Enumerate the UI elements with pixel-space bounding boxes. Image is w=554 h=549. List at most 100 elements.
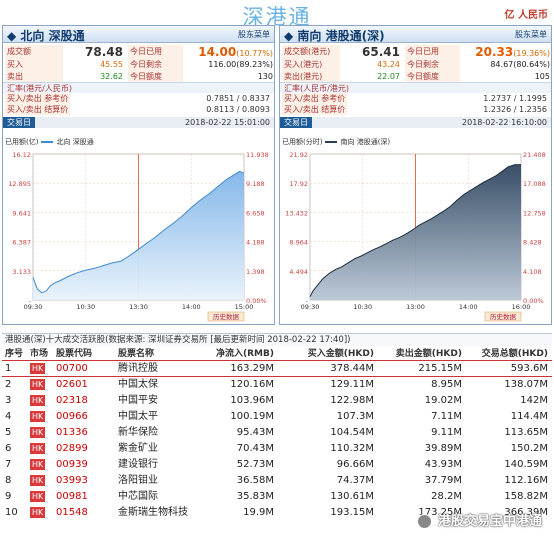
north-sell-label: 卖出 (5, 70, 63, 82)
table-row[interactable]: 6 HK 02899 紫金矿业 70.43M 110.32M 39.89M 150.2M (2, 441, 552, 457)
north-remain-value: 116.00 (208, 60, 237, 69)
history-button-label: 历史数据 (490, 312, 517, 321)
watermark: 港股交易宝中港通 (437, 514, 542, 529)
north-trade-tag: 交易日 (3, 117, 35, 128)
south-row-turnover: 成交额(港元) 65.41 今日已用 20.33(19.36%) (280, 45, 551, 59)
cell-total: 113.65M (504, 427, 548, 438)
cell-rank: 6 (5, 443, 12, 454)
header-code: 股票代码 (56, 349, 93, 359)
cell-code: 02899 (56, 443, 88, 454)
north-fx-ref: 买入/卖出 参考价 0.7851 / 0.8337 (3, 93, 274, 104)
header-net-inflow: 净流入(RMB) (216, 349, 274, 359)
north-quota-label: 今日额度 (128, 70, 183, 82)
cell-rank: 10 (5, 507, 18, 518)
table-row[interactable]: 5 HK 01336 新华保险 95.43M 104.54M 9.11M 113.65M (2, 425, 552, 441)
cell-name: 中国平安 (118, 395, 158, 406)
header-sell: 卖出金额(HKD) (395, 349, 462, 359)
cell-name: 洛阳钼业 (118, 475, 158, 486)
cell-name: 腾讯控股 (118, 363, 158, 374)
cell-total: 142M (520, 395, 548, 406)
cell-rank: 8 (5, 475, 12, 486)
south-buy-label: 买入(港元) (282, 59, 340, 71)
market-badge: HK (30, 427, 46, 438)
cell-sell: 37.79M (424, 475, 462, 486)
south-fx-ref-label: 买入/卖出 参考价 (282, 93, 348, 104)
y-tick-left: 16.12 (12, 151, 31, 159)
south-buy-value: 43.24 (377, 60, 400, 69)
north-chart-caption: 已用额(亿) 北向 深股通 (3, 136, 274, 148)
south-row-buy: 买入(港元) 43.24 今日剩余 84.67(80.64%) (280, 59, 551, 71)
cell-total: 158.82M (504, 491, 548, 502)
cell-net-inflow: 19.9M (243, 507, 274, 518)
cell-rank: 3 (5, 395, 12, 406)
market-badge: HK (30, 411, 46, 422)
cell-net-inflow: 100.19M (230, 411, 274, 422)
y-tick-right: 4.188 (246, 239, 265, 247)
north-sell-value: 32.62 (100, 71, 123, 81)
north-used-value: 14.00 (198, 45, 237, 59)
cell-net-inflow: 52.73M (236, 459, 274, 470)
cell-name: 金斯瑞生物科技 (118, 507, 188, 518)
cell-rank: 9 (5, 491, 12, 502)
table-row[interactable]: 8 HK 03993 洛阳钼业 36.58M 74.37M 37.79M 112.16M (2, 473, 552, 489)
south-fx-ref: 买入/卖出 参考价 1.2737 / 1.1995 (280, 93, 551, 104)
cell-buy: 129.11M (330, 379, 374, 390)
south-menu-link[interactable]: 股东菜单 (515, 29, 547, 40)
cell-market: HK (30, 457, 52, 473)
table-row[interactable]: 2 HK 02601 中国太保 120.16M 129.11M 8.95M 138.07M (2, 377, 552, 393)
cell-net-inflow: 95.43M (236, 427, 274, 438)
cell-total: 138.07M (504, 379, 548, 390)
cell-rank: 5 (5, 427, 12, 438)
table-row[interactable]: 1 HK 00700 腾讯控股 163.29M 378.44M 215.15M 593.6M (2, 361, 552, 377)
y-tick-right: 1.398 (246, 268, 265, 276)
cell-name: 紫金矿业 (118, 443, 158, 454)
header-total: 交易总额(HKD) (481, 349, 548, 359)
cell-rank: 4 (5, 411, 12, 422)
table-title: 港股通(深)十大成交活跃股(数据来源: 深圳证券交易所 [最后更新时间 2018… (2, 333, 552, 346)
cell-buy: 130.61M (330, 491, 374, 502)
top10-table: 序号 市场 股票代码 股票名称 净流入(RMB) 买入金额(HKD) 卖出金额(… (2, 347, 552, 521)
south-sell-value: 22.07 (377, 71, 400, 81)
cell-market: HK (30, 361, 52, 377)
cell-net-inflow: 70.43M (236, 443, 274, 454)
cell-sell: 9.11M (431, 427, 462, 438)
north-menu-link[interactable]: 股东菜单 (238, 29, 270, 40)
table-row[interactable]: 4 HK 00966 中国太平 100.19M 107.3M 7.11M 114.4M (2, 409, 552, 425)
cell-market: HK (30, 425, 52, 441)
table-row[interactable]: 7 HK 00939 建设银行 52.73M 96.66M 43.93M 140.59M (2, 457, 552, 473)
cell-rank: 7 (5, 459, 12, 470)
south-legend-label: 南向 港股通(深) (340, 138, 391, 146)
north-legend-swatch (41, 141, 54, 143)
north-title: ◆ 北向 深股通 (7, 29, 85, 43)
south-remain-label: 今日剩余 (405, 59, 460, 71)
north-fx-ref-label: 买入/卖出 参考价 (5, 93, 71, 104)
x-tick: 09:30 (24, 303, 43, 311)
cell-sell: 215.15M (418, 363, 462, 374)
north-row-sell: 卖出 32.62 今日额度 130 (3, 70, 274, 82)
table-row[interactable]: 9 HK 00981 中芯国际 35.83M 130.61M 28.2M 158.82M (2, 489, 552, 505)
y-tick-left: 3.133 (12, 268, 31, 276)
market-badge: HK (30, 475, 46, 486)
history-button-label: 历史数据 (213, 312, 240, 321)
cell-name: 建设银行 (118, 459, 158, 470)
north-turnover-value: 78.48 (85, 45, 123, 59)
table-row[interactable]: 3 HK 02318 中国平安 103.96M 122.98M 19.02M 142M (2, 393, 552, 409)
y-tick-right: 9.188 (246, 180, 265, 188)
cell-net-inflow: 103.96M (230, 395, 274, 406)
market-badge: HK (30, 507, 46, 518)
cell-buy: 107.3M (336, 411, 374, 422)
cell-sell: 28.2M (431, 491, 462, 502)
y-tick-right: 6.658 (246, 209, 265, 217)
south-title: ◆ 南向 港股通(深) (284, 29, 385, 43)
south-trade-time: 2018-02-22 16:10:00 (462, 118, 547, 127)
north-fx-settle-value: 0.8113 / 0.8093 (206, 105, 270, 114)
wechat-icon (417, 514, 432, 529)
x-tick: 14:00 (182, 303, 201, 311)
cell-sell: 39.89M (424, 443, 462, 454)
cell-total: 140.59M (504, 459, 548, 470)
header-rank: 序号 (5, 349, 24, 359)
unit-label: 亿 人民币 (504, 10, 548, 21)
cell-rank: 1 (5, 363, 12, 374)
south-quota-label: 今日额度 (405, 70, 460, 82)
south-quota-value: 105 (534, 71, 550, 81)
